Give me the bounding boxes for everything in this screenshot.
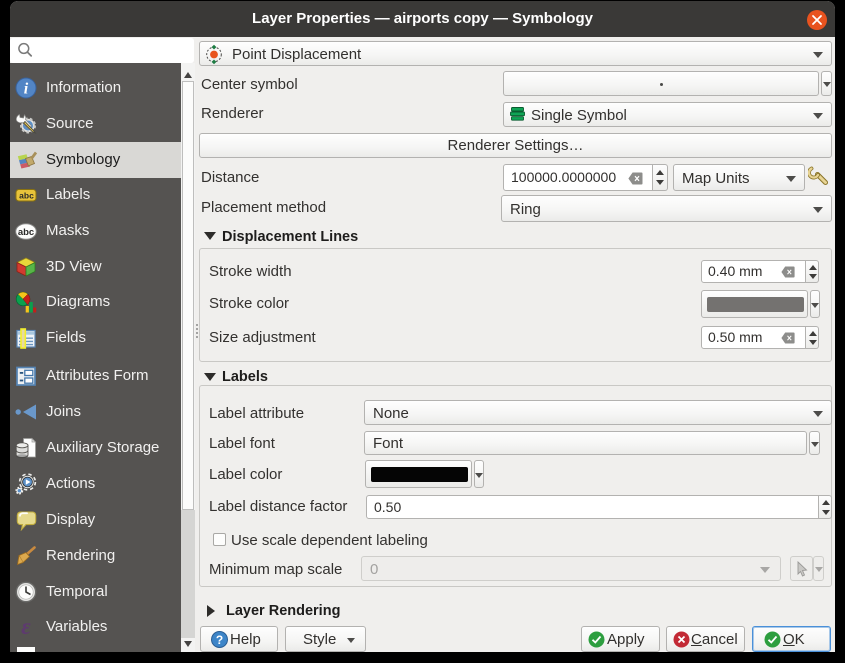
svg-text:?: ? <box>216 633 223 647</box>
